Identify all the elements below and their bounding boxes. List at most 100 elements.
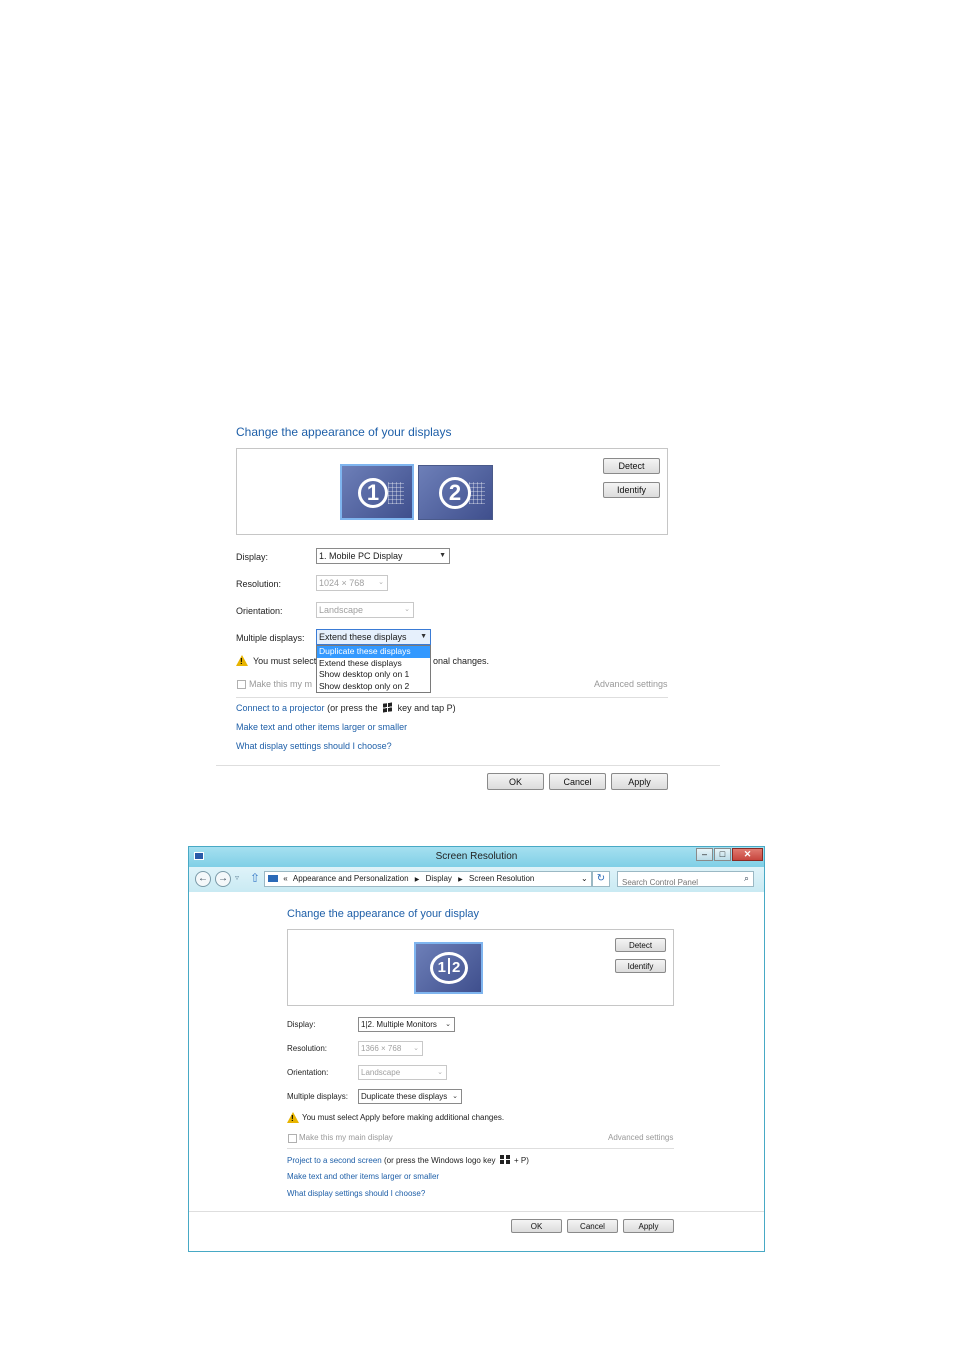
up-arrow-icon[interactable]: ⇧ (250, 871, 260, 885)
cancel-button[interactable]: Cancel (567, 1219, 618, 1233)
multiple-displays-value: Extend these displays (319, 632, 407, 642)
orientation-select-value: Landscape (319, 605, 364, 615)
projector-hint-b: key and tap P) (397, 703, 456, 713)
navigation-bar: ← → ▿ ⇧ « Appearance and Personalization… (189, 867, 764, 892)
dropdown-option-extend[interactable]: Extend these displays (317, 658, 430, 670)
monitor-number-1: 1 (358, 478, 388, 508)
warning-text-start: You must select (253, 656, 317, 666)
address-dropdown-icon[interactable]: ⌄ (581, 872, 588, 886)
breadcrumb-separator-icon: ▶ (458, 877, 463, 883)
search-input[interactable] (618, 876, 740, 889)
recent-pages-chevron-icon[interactable]: ▿ (235, 873, 239, 882)
combined-monitor-tile[interactable]: 12 (414, 942, 483, 994)
display-label: Display: (287, 1020, 316, 1029)
title-bar[interactable]: Screen Resolution – □ ✕ (189, 847, 764, 867)
refresh-icon[interactable]: ↻ (592, 871, 610, 887)
dropdown-option-duplicate[interactable]: Duplicate these displays (317, 646, 430, 658)
search-icon[interactable]: ⌕ (744, 873, 749, 884)
project-hint-b: + P) (514, 1156, 529, 1165)
windows-logo-icon (383, 702, 393, 713)
text-size-link[interactable]: Make text and other items larger or smal… (236, 722, 407, 732)
project-hint-a: (or press the Windows logo key (383, 1156, 496, 1165)
breadcrumb-display[interactable]: Display (426, 874, 452, 883)
text-size-link[interactable]: Make text and other items larger or smal… (287, 1172, 439, 1181)
monitor-preview-panel: 1 2 Detect Identify (236, 448, 668, 535)
ok-button[interactable]: OK (487, 773, 544, 790)
project-second-screen-link[interactable]: Project to a second screen (287, 1156, 382, 1165)
breadcrumb-separator-icon: ▶ (414, 877, 420, 883)
page-title: Change the appearance of your displays (236, 425, 452, 439)
monitor-number-1: 1 (437, 959, 446, 976)
breadcrumb-overflow[interactable]: « (283, 874, 287, 883)
display-label: Display: (236, 552, 269, 562)
identify-button[interactable]: Identify (603, 482, 660, 498)
warning-icon: ! (287, 1112, 299, 1123)
orientation-select: Landscape ⌄ (358, 1065, 447, 1080)
main-display-label: Make this my main display (299, 1133, 393, 1142)
resolution-select-value: 1024 × 768 (319, 578, 365, 588)
resolution-select: 1024 × 768 ⌄ (316, 575, 388, 591)
display-select[interactable]: 1. Mobile PC Display ▼ (316, 548, 450, 564)
chevron-down-icon: ⌄ (437, 1069, 443, 1076)
page-title: Change the appearance of your display (287, 908, 480, 920)
orientation-select-value: Landscape (361, 1068, 401, 1077)
forward-arrow-icon[interactable]: → (215, 871, 231, 887)
main-display-checkbox (237, 680, 246, 689)
dropdown-arrow-icon: ▼ (420, 633, 427, 640)
detect-button[interactable]: Detect (615, 938, 666, 952)
display-select[interactable]: 1|2. Multiple Monitors ⌄ (358, 1017, 455, 1032)
multiple-displays-label: Multiple displays: (236, 633, 305, 643)
breadcrumb-appearance[interactable]: Appearance and Personalization (293, 874, 409, 883)
chevron-down-icon: ⌄ (404, 606, 410, 613)
back-arrow-icon[interactable]: ← (195, 871, 211, 887)
display-select-value: 1. Mobile PC Display (319, 551, 403, 561)
close-button[interactable]: ✕ (732, 848, 763, 861)
main-display-checkbox (288, 1134, 297, 1143)
windows-logo-icon (499, 1155, 510, 1164)
warning-text: You must select Apply before making addi… (302, 1113, 505, 1122)
ok-button[interactable]: OK (511, 1219, 562, 1233)
dropdown-arrow-icon: ▼ (439, 552, 446, 559)
projector-hint-a: (or press the (327, 703, 378, 713)
display-help-link[interactable]: What display settings should I choose? (236, 741, 392, 751)
dropdown-option-only-2[interactable]: Show desktop only on 2 (317, 681, 430, 693)
monitor-preview-panel: 12 Detect Identify (287, 929, 674, 1006)
multiple-displays-select[interactable]: Duplicate these displays ⌄ (358, 1089, 462, 1104)
resolution-label: Resolution: (287, 1044, 328, 1053)
monitor-number-2: 2 (452, 959, 461, 976)
resolution-label: Resolution: (236, 579, 282, 589)
multiple-displays-select[interactable]: Extend these displays ▼ (316, 629, 431, 645)
monitor-number-2: 2 (439, 477, 471, 509)
resolution-select-value: 1366 × 768 (361, 1044, 402, 1053)
multiple-displays-label: Multiple displays: (287, 1092, 348, 1101)
monitor-2-tile[interactable]: 2 (418, 465, 493, 520)
identify-button[interactable]: Identify (615, 959, 666, 973)
multiple-displays-value: Duplicate these displays (361, 1092, 448, 1101)
advanced-settings-link[interactable]: Advanced settings (594, 679, 668, 689)
apply-button[interactable]: Apply (611, 773, 668, 790)
search-box[interactable]: ⌕ (617, 871, 754, 889)
multiple-displays-dropdown-list: Duplicate these displays Extend these di… (316, 645, 431, 693)
chevron-down-icon: ⌄ (378, 579, 384, 586)
cancel-button[interactable]: Cancel (549, 773, 606, 790)
minimize-button[interactable]: – (696, 848, 713, 861)
display-select-value: 1|2. Multiple Monitors (361, 1020, 437, 1029)
detect-button[interactable]: Detect (603, 458, 660, 474)
chevron-down-icon: ⌄ (413, 1045, 419, 1052)
orientation-select: Landscape ⌄ (316, 602, 414, 618)
chevron-down-icon: ⌄ (445, 1021, 451, 1028)
connect-projector-link[interactable]: Connect to a projector (236, 703, 325, 713)
warning-text-end: onal changes. (433, 656, 490, 666)
window-title: Screen Resolution (435, 851, 518, 862)
main-display-label: Make this my m (249, 679, 313, 689)
monitor-1-tile[interactable]: 1 (340, 464, 414, 520)
advanced-settings-link[interactable]: Advanced settings (608, 1133, 673, 1142)
chevron-down-icon: ⌄ (452, 1093, 458, 1100)
orientation-label: Orientation: (236, 606, 283, 616)
apply-button[interactable]: Apply (623, 1219, 674, 1233)
address-bar[interactable]: « Appearance and Personalization ▶ Displ… (264, 871, 592, 887)
breadcrumb-screen-resolution[interactable]: Screen Resolution (469, 874, 534, 883)
dropdown-option-only-1[interactable]: Show desktop only on 1 (317, 669, 430, 681)
maximize-button[interactable]: □ (714, 848, 731, 861)
display-help-link[interactable]: What display settings should I choose? (287, 1189, 425, 1198)
